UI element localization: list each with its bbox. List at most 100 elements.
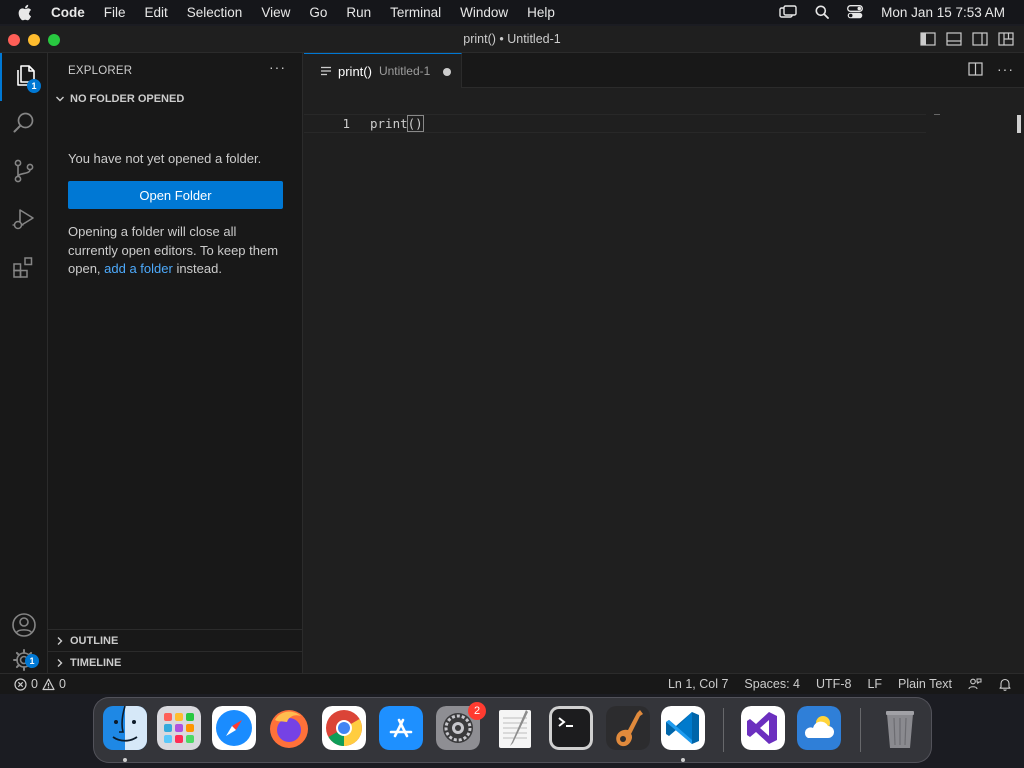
menu-edit[interactable]: Edit [145,5,168,20]
split-editor-icon[interactable] [968,62,983,76]
search-icon [11,110,37,141]
vscode-running-indicator [681,758,685,762]
no-folder-section-title: NO FOLDER OPENED [70,93,185,105]
firefox-icon [270,710,308,748]
open-folder-info: Opening a folder will close all currentl… [68,223,283,279]
customize-layout-icon[interactable] [998,32,1014,46]
activity-source-control[interactable] [0,149,48,197]
open-folder-button[interactable]: Open Folder [68,181,283,209]
system-settings-badge: 2 [468,702,486,720]
activity-explorer[interactable]: 1 [0,53,48,101]
add-folder-link[interactable]: add a folder [104,261,173,276]
activity-search[interactable] [0,101,48,149]
language-mode[interactable]: Plain Text [898,677,952,691]
accounts-icon [11,612,37,643]
dock-safari[interactable] [212,706,256,750]
chevron-down-icon [50,94,70,104]
feedback-icon[interactable] [968,677,982,691]
dock-terminal[interactable] [549,706,593,750]
dock-separator [723,708,724,752]
weather-icon [797,706,841,750]
dock-launchpad[interactable] [157,706,201,750]
chevron-right-icon [50,636,70,646]
line-number: 1 [342,116,350,131]
activity-accounts[interactable] [0,603,48,651]
encoding[interactable]: UTF-8 [816,677,851,691]
timeline-section-header[interactable]: TIMELINE [48,651,303,673]
warning-icon [42,678,55,691]
warning-count: 0 [58,677,66,691]
minimap[interactable] [934,114,940,115]
problems-indicator[interactable]: 0 0 [14,677,66,691]
activity-manage[interactable]: 1 [0,649,48,673]
menu-app-name[interactable]: Code [51,5,85,20]
menu-selection[interactable]: Selection [187,5,243,20]
menu-window[interactable]: Window [460,5,508,20]
dock-trash[interactable] [878,706,922,750]
launchpad-icon [157,706,201,750]
toggle-panel-icon[interactable] [946,32,962,46]
menu-terminal[interactable]: Terminal [390,5,441,20]
dock-firefox[interactable] [267,706,311,750]
dock-chrome[interactable] [322,706,366,750]
toggle-secondary-sidebar-icon[interactable] [972,32,988,46]
notifications-bell-icon[interactable] [998,677,1012,691]
explorer-badge: 1 [27,79,41,93]
activity-extensions[interactable] [0,245,48,293]
menu-clock[interactable]: Mon Jan 15 7:53 AM [881,5,1005,20]
editor-more-actions-button[interactable]: ··· [997,61,1014,77]
editor-tab[interactable]: print() Untitled-1 [304,53,462,88]
dock-separator [860,708,861,752]
run-debug-icon [11,206,37,237]
end-of-line[interactable]: LF [867,677,882,691]
apple-logo-icon[interactable] [17,4,37,21]
sidebar-title: EXPLORER [68,65,133,77]
dock-visual-studio[interactable] [741,706,785,750]
dock-finder[interactable] [103,706,147,750]
spotlight-search-icon[interactable] [815,5,830,19]
control-center-icon[interactable] [847,5,864,19]
dock-weather[interactable] [797,706,841,750]
unsaved-dot-icon[interactable] [443,68,451,76]
sidebar-more-actions-button[interactable]: ··· [269,59,286,75]
dock-app-store[interactable] [379,706,423,750]
editor-scrollbar[interactable] [1017,115,1021,133]
timeline-section-title: TIMELINE [70,656,122,669]
outline-section-title: OUTLINE [70,634,119,647]
menu-help[interactable]: Help [527,5,555,20]
status-bar: 0 0 Ln 1, Col 7 Spaces: 4 UTF-8 LF Plain… [0,673,1024,694]
cursor-position[interactable]: Ln 1, Col 7 [668,677,728,691]
outline-section-header[interactable]: OUTLINE [48,629,303,651]
vscode-icon [661,706,705,750]
garageband-icon [606,706,650,750]
activity-run-debug[interactable] [0,197,48,245]
window-title: print() • Untitled-1 [463,32,561,46]
toggle-primary-sidebar-icon[interactable] [920,32,936,46]
dock-garageband[interactable] [606,706,650,750]
menu-run[interactable]: Run [346,5,371,20]
dock-vscode[interactable] [661,706,705,750]
tab-description: Untitled-1 [378,64,431,78]
code-line[interactable]: print() [370,115,424,132]
editor-tab-strip: print() Untitled-1 ··· [304,53,1024,88]
vscode-window: print() • Untitled-1 1 1 EXPLORER ··· NO… [0,26,1024,694]
menu-go[interactable]: Go [309,5,327,20]
tab-name: print() [338,63,372,79]
menu-bar: Code File Edit Selection View Go Run Ter… [0,0,1024,24]
menu-view[interactable]: View [261,5,290,20]
menu-file[interactable]: File [104,5,126,20]
visual-studio-icon [741,706,785,750]
dock-textedit[interactable] [493,706,537,750]
code-text: print [370,116,408,131]
no-folder-message: You have not yet opened a folder. [68,151,262,166]
info-text-suffix: instead. [172,261,222,276]
indentation[interactable]: Spaces: 4 [744,677,800,691]
extensions-icon [11,254,37,285]
no-folder-section-header[interactable]: NO FOLDER OPENED [48,88,303,110]
explorer-sidebar: EXPLORER ··· NO FOLDER OPENED You have n… [48,53,303,673]
safari-icon [212,706,256,750]
activity-bar: 1 1 [0,53,48,673]
screen-mirroring-icon[interactable] [779,5,797,19]
trash-icon [886,711,914,748]
textedit-icon [499,710,531,748]
